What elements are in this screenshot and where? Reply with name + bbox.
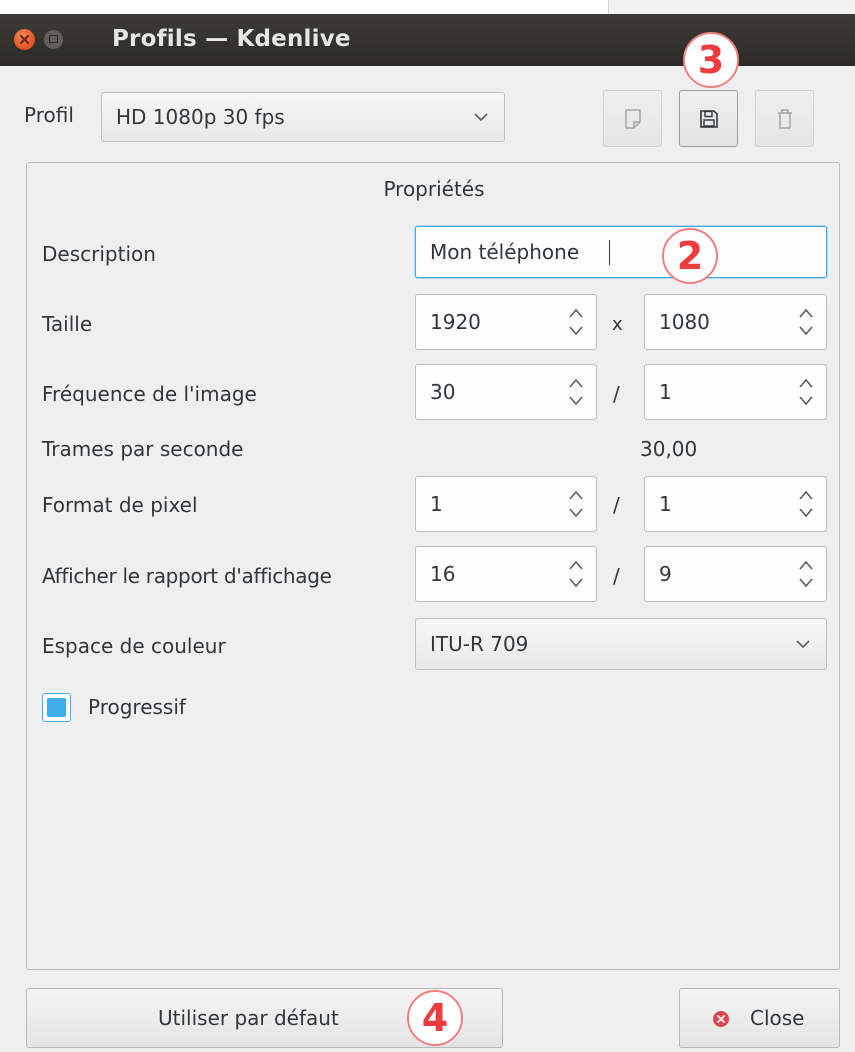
width-value: 1920 bbox=[430, 310, 481, 334]
frame-rate-denominator-spinbox[interactable]: 1 bbox=[644, 364, 827, 420]
divider bbox=[608, 0, 609, 14]
annotation-badge-3: 3 bbox=[683, 32, 739, 88]
use-as-default-label: Utiliser par défaut bbox=[158, 1006, 339, 1030]
close-icon bbox=[19, 34, 30, 45]
fps-label: Trames par seconde bbox=[42, 437, 244, 461]
close-label: Close bbox=[750, 1006, 805, 1030]
spin-arrows-icon[interactable] bbox=[798, 487, 814, 521]
description-value: Mon téléphone bbox=[430, 240, 580, 264]
frame-rate-separator: / bbox=[613, 382, 620, 406]
display-ratio-numerator: 16 bbox=[430, 562, 456, 586]
description-input[interactable]: Mon téléphone bbox=[415, 226, 827, 278]
annotation-badge-2: 2 bbox=[662, 228, 718, 284]
window-close-button[interactable] bbox=[14, 29, 35, 50]
size-label: Taille bbox=[42, 312, 93, 336]
display-ratio-separator: / bbox=[613, 564, 620, 588]
save-profile-button[interactable] bbox=[679, 90, 738, 147]
checkbox-check-icon bbox=[47, 698, 66, 717]
progressive-checkbox[interactable] bbox=[42, 693, 71, 722]
close-button[interactable]: Close bbox=[679, 988, 840, 1048]
profiles-dialog: Profils — Kdenlive Profil HD 1080p 30 fp… bbox=[0, 14, 855, 1052]
spin-arrows-icon[interactable] bbox=[568, 305, 584, 339]
pixel-format-denominator-spinbox[interactable]: 1 bbox=[644, 476, 827, 532]
spin-arrows-icon[interactable] bbox=[568, 375, 584, 409]
spin-arrows-icon[interactable] bbox=[568, 557, 584, 591]
background-pane bbox=[609, 0, 855, 14]
frame-rate-label: Fréquence de l'image bbox=[42, 382, 257, 406]
save-icon bbox=[699, 109, 718, 128]
trash-icon bbox=[777, 108, 792, 129]
profile-select[interactable]: HD 1080p 30 fps bbox=[101, 92, 505, 142]
color-space-select[interactable]: ITU-R 709 bbox=[415, 618, 827, 670]
profile-label: Profil bbox=[24, 103, 74, 127]
color-space-value: ITU-R 709 bbox=[430, 632, 529, 656]
window-maximize-button[interactable] bbox=[44, 30, 63, 49]
new-document-icon bbox=[624, 108, 641, 129]
delete-profile-button[interactable] bbox=[755, 90, 814, 147]
text-cursor bbox=[609, 240, 610, 265]
pixel-format-denominator: 1 bbox=[659, 492, 672, 516]
profile-select-value: HD 1080p 30 fps bbox=[116, 105, 285, 129]
description-label: Description bbox=[42, 242, 156, 266]
pixel-format-numerator-spinbox[interactable]: 1 bbox=[415, 476, 597, 532]
display-ratio-numerator-spinbox[interactable]: 16 bbox=[415, 546, 597, 602]
new-profile-button[interactable] bbox=[603, 90, 662, 147]
pixel-format-numerator: 1 bbox=[430, 492, 443, 516]
height-value: 1080 bbox=[659, 310, 710, 334]
background-strip bbox=[0, 0, 855, 14]
chevron-down-icon bbox=[474, 113, 488, 122]
fps-value: 30,00 bbox=[640, 437, 698, 461]
display-ratio-label: Afficher le rapport d'affichage bbox=[42, 564, 332, 588]
color-space-label: Espace de couleur bbox=[42, 634, 226, 658]
pixel-format-separator: / bbox=[613, 493, 620, 517]
frame-rate-numerator-spinbox[interactable]: 30 bbox=[415, 364, 597, 420]
progressive-label: Progressif bbox=[88, 695, 186, 719]
pixel-format-label: Format de pixel bbox=[42, 493, 198, 517]
spin-arrows-icon[interactable] bbox=[798, 557, 814, 591]
spin-arrows-icon[interactable] bbox=[798, 375, 814, 409]
chevron-down-icon bbox=[796, 640, 810, 649]
size-separator: x bbox=[612, 314, 623, 335]
height-spinbox[interactable]: 1080 bbox=[644, 294, 827, 350]
frame-rate-denominator: 1 bbox=[659, 380, 672, 404]
window-title: Profils — Kdenlive bbox=[112, 26, 351, 52]
display-ratio-denominator: 9 bbox=[659, 562, 672, 586]
frame-rate-numerator: 30 bbox=[430, 380, 456, 404]
width-spinbox[interactable]: 1920 bbox=[415, 294, 597, 350]
spin-arrows-icon[interactable] bbox=[798, 305, 814, 339]
annotation-badge-4: 4 bbox=[407, 990, 463, 1046]
close-icon bbox=[713, 1011, 729, 1027]
maximize-icon bbox=[49, 35, 58, 43]
spin-arrows-icon[interactable] bbox=[568, 487, 584, 521]
group-title: Propriétés bbox=[383, 177, 485, 201]
display-ratio-denominator-spinbox[interactable]: 9 bbox=[644, 546, 827, 602]
